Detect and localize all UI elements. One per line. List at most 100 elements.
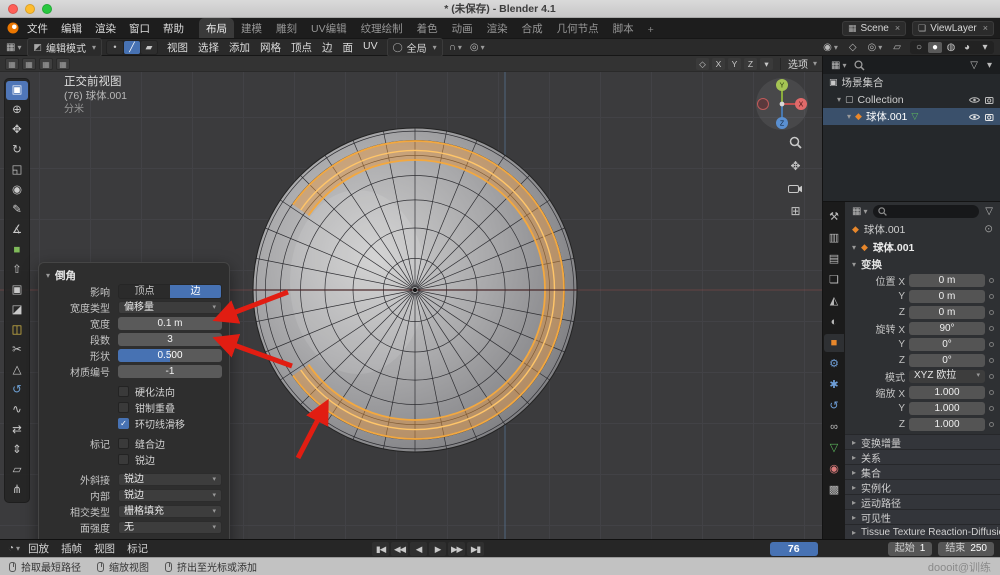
tab-uv-editing[interactable]: UV编辑	[304, 18, 354, 38]
properties-tab-object[interactable]: ■	[824, 334, 844, 352]
location-z-field[interactable]: 0 m	[909, 306, 985, 319]
transform-section-header[interactable]: ▾ 变换	[845, 256, 1000, 272]
expand-icon[interactable]: ▾	[847, 112, 851, 121]
animate-decorator[interactable]	[989, 342, 994, 347]
menu-help[interactable]: 帮助	[157, 20, 190, 37]
tab-scripting[interactable]: 脚本	[606, 18, 641, 38]
tool-bevel-icon[interactable]: ◪	[6, 301, 28, 320]
viewport-canvas[interactable]: 正交前视图 (76) 球体.001 分米 ▣⊕✥↻◱◉✎∡■⇧▣◪◫✂△↺∿⇄⇕…	[0, 72, 822, 539]
animate-decorator[interactable]	[989, 294, 994, 299]
bevel-material-index-field[interactable]: -1	[118, 365, 222, 378]
tool-shrink-fatten-icon[interactable]: ⇕	[6, 441, 28, 460]
view-layer-selector[interactable]: ❏ ViewLayer ×	[912, 21, 994, 36]
jump-prev-keyframe-button[interactable]: ◀◀	[391, 542, 408, 556]
tab-animation[interactable]: 动画	[445, 18, 480, 38]
properties-tab-material[interactable]: ◉	[824, 460, 844, 478]
edge-select-mode-button[interactable]: ╱	[124, 41, 140, 54]
tool-options-dropdown[interactable]: 选项	[788, 56, 808, 71]
clamp-overlap-checkbox[interactable]	[118, 402, 129, 413]
hide-in-viewport-icon[interactable]	[969, 113, 980, 121]
mirror-y-toggle[interactable]: Y	[728, 58, 741, 70]
material-preview-shading-button[interactable]: ◍	[944, 42, 958, 53]
blender-logo-icon[interactable]	[6, 21, 20, 35]
menu-keying[interactable]: 插帧	[55, 541, 88, 556]
object-visibility-dropdown[interactable]: ◉▾	[821, 42, 840, 53]
menu-edit[interactable]: 编辑	[55, 20, 88, 37]
mirror-x-toggle[interactable]: X	[712, 58, 725, 70]
jump-to-start-button[interactable]: ▮◀	[372, 542, 389, 556]
editor-type-selector[interactable]: ▦▾	[850, 206, 869, 217]
search-icon[interactable]	[854, 60, 865, 71]
maximize-window-button[interactable]	[42, 4, 52, 14]
properties-tab-physics[interactable]: ↺	[824, 397, 844, 415]
section-tissue[interactable]: ▸Tissue Texture Reaction-Diffusion	[845, 524, 1000, 539]
toggle-grid-icon[interactable]: ⊞	[790, 204, 800, 218]
animate-decorator[interactable]	[989, 374, 994, 379]
play-reverse-button[interactable]: ◀	[410, 542, 427, 556]
tool-select-box-icon[interactable]: ▣	[6, 81, 28, 100]
tool-smooth-icon[interactable]: ∿	[6, 401, 28, 420]
transform-orientation-selector[interactable]: ◯ 全局 ▾	[387, 38, 443, 57]
intersection-type-select[interactable]: 栅格填充▾	[118, 505, 222, 518]
properties-tab-constraints[interactable]: ∞	[824, 418, 844, 436]
tool-spin-icon[interactable]: ↺	[6, 381, 28, 400]
properties-tab-object-data[interactable]: ▽	[824, 439, 844, 457]
play-button[interactable]: ▶	[429, 542, 446, 556]
properties-tab-texture[interactable]: ▩	[824, 481, 844, 499]
tool-inset-faces-icon[interactable]: ▣	[6, 281, 28, 300]
camera-view-icon[interactable]	[788, 183, 803, 194]
solid-shading-button[interactable]: ●	[928, 42, 942, 53]
disable-in-renders-icon[interactable]	[985, 96, 996, 104]
animate-decorator[interactable]	[989, 406, 994, 411]
menu-playback[interactable]: 回放	[22, 541, 55, 556]
menu-marker[interactable]: 标记	[121, 541, 154, 556]
hide-in-viewport-icon[interactable]	[969, 96, 980, 104]
animate-decorator[interactable]	[989, 310, 994, 315]
tool-option-icon-3[interactable]: ▦	[56, 58, 70, 70]
animate-decorator[interactable]	[989, 278, 994, 283]
scene-selector[interactable]: ▦ Scene ×	[842, 21, 906, 36]
active-tool-icon[interactable]: ▦	[5, 58, 19, 70]
chevron-down-icon[interactable]: ▾	[985, 60, 994, 71]
properties-tab-view-layer[interactable]: ❏	[824, 271, 844, 289]
disable-in-renders-icon[interactable]	[985, 113, 996, 121]
tool-add-cube-icon[interactable]: ■	[6, 241, 28, 260]
menu-view[interactable]: 视图	[162, 39, 193, 56]
bevel-width-field[interactable]: 0.1 m	[118, 317, 222, 330]
animate-decorator[interactable]	[989, 358, 994, 363]
animate-decorator[interactable]	[989, 422, 994, 427]
tool-rip-region-icon[interactable]: ⋔	[6, 481, 28, 500]
tool-extrude-region-icon[interactable]: ⇧	[6, 261, 28, 280]
rotation-x-field[interactable]: 90°	[909, 322, 985, 335]
location-y-field[interactable]: 0 m	[909, 290, 985, 303]
bevel-panel-header[interactable]: ▾ 倒角	[46, 267, 222, 283]
mark-sharp-checkbox[interactable]	[118, 454, 129, 465]
tool-knife-icon[interactable]: ✂	[6, 341, 28, 360]
close-window-button[interactable]	[8, 4, 18, 14]
vertex-select-mode-button[interactable]: •	[107, 41, 123, 54]
pin-icon[interactable]: ⊙	[984, 223, 993, 235]
outliner-row-collection[interactable]: ▾ ▢ Collection	[823, 91, 1000, 108]
section-visibility[interactable]: ▸可见性	[845, 509, 1000, 524]
tab-geometry-nodes[interactable]: 几何节点	[550, 18, 606, 38]
overlays-toggle[interactable]: ◎▾	[866, 42, 885, 53]
harden-normals-checkbox[interactable]	[118, 386, 129, 397]
miter-inner-select[interactable]: 锐边▾	[118, 489, 222, 502]
section-relations[interactable]: ▸关系	[845, 449, 1000, 464]
editor-type-selector[interactable]: ▦▾	[829, 60, 848, 71]
filter-icon[interactable]: ▽	[968, 60, 980, 71]
tab-shading[interactable]: 着色	[410, 18, 445, 38]
pan-view-icon[interactable]: ✥	[790, 159, 800, 173]
menu-face[interactable]: 面	[338, 39, 359, 56]
outliner-row-scene-collection[interactable]: ▣ 场景集合	[823, 74, 1000, 91]
rotation-z-field[interactable]: 0°	[909, 354, 985, 367]
frame-start-field[interactable]: 起始1	[888, 542, 933, 556]
properties-tab-world[interactable]: ◐	[824, 313, 844, 331]
properties-tab-scene[interactable]: ◭	[824, 292, 844, 310]
tool-edge-slide-icon[interactable]: ⇄	[6, 421, 28, 440]
rendered-shading-button[interactable]: ◕	[960, 42, 974, 53]
menu-file[interactable]: 文件	[21, 20, 54, 37]
bevel-shape-slider[interactable]: 0.500	[118, 349, 222, 362]
object-name-row[interactable]: ▾ ◆ 球体.001	[845, 238, 1000, 256]
tab-modeling[interactable]: 建模	[234, 18, 269, 38]
